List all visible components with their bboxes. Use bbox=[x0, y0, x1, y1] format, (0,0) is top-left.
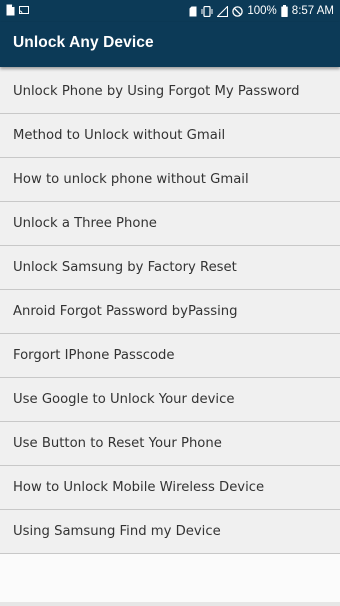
status-left-icons bbox=[6, 4, 29, 16]
status-time: 8:57 AM bbox=[291, 5, 334, 17]
list-item-label: Anroid Forgot Password byPassing bbox=[13, 304, 238, 319]
list-item[interactable]: Unlock Samsung by Factory Reset bbox=[0, 246, 340, 290]
list-item-label: Method to Unlock without Gmail bbox=[13, 128, 226, 143]
list-item-label: How to Unlock Mobile Wireless Device bbox=[13, 480, 265, 495]
list-item[interactable]: Forgort IPhone Passcode bbox=[0, 334, 340, 378]
sd-card-icon bbox=[189, 6, 197, 17]
bottom-divider bbox=[0, 602, 340, 606]
app-title: Unlock Any Device bbox=[13, 34, 154, 51]
list-item-label: Use Google to Unlock Your device bbox=[13, 392, 235, 407]
list-item-label: How to unlock phone without Gmail bbox=[13, 172, 249, 187]
list-item[interactable]: Anroid Forgot Password byPassing bbox=[0, 290, 340, 334]
vibrate-icon bbox=[201, 5, 213, 17]
list-item-label: Use Button to Reset Your Phone bbox=[13, 436, 222, 451]
list-item-label: Unlock a Three Phone bbox=[13, 216, 157, 231]
list-item[interactable]: Using Samsung Find my Device bbox=[0, 510, 340, 554]
battery-icon bbox=[281, 5, 288, 17]
app-bar: Unlock Any Device bbox=[0, 22, 340, 67]
list-item[interactable]: Unlock Phone by Using Forgot My Password bbox=[0, 70, 340, 114]
bottom-empty-area bbox=[0, 554, 340, 602]
list-item[interactable]: Unlock a Three Phone bbox=[0, 202, 340, 246]
list-item[interactable]: How to Unlock Mobile Wireless Device bbox=[0, 466, 340, 510]
list-item-label: Unlock Phone by Using Forgot My Password bbox=[13, 84, 300, 99]
document-icon bbox=[6, 4, 15, 16]
list-item[interactable]: How to unlock phone without Gmail bbox=[0, 158, 340, 202]
list-item-label: Using Samsung Find my Device bbox=[13, 524, 221, 539]
status-bar: 100% 8:57 AM bbox=[0, 0, 340, 22]
menu-list: Unlock Phone by Using Forgot My Password… bbox=[0, 70, 340, 554]
battery-percent: 100% bbox=[247, 5, 277, 17]
cast-icon bbox=[19, 5, 29, 15]
list-item[interactable]: Method to Unlock without Gmail bbox=[0, 114, 340, 158]
list-item-label: Unlock Samsung by Factory Reset bbox=[13, 260, 237, 275]
do-not-disturb-icon bbox=[232, 5, 244, 17]
list-item[interactable]: Use Google to Unlock Your device bbox=[0, 378, 340, 422]
status-right-icons: 100% 8:57 AM bbox=[189, 0, 334, 22]
list-item[interactable]: Use Button to Reset Your Phone bbox=[0, 422, 340, 466]
list-item-label: Forgort IPhone Passcode bbox=[13, 348, 175, 363]
signal-icon bbox=[217, 5, 229, 17]
